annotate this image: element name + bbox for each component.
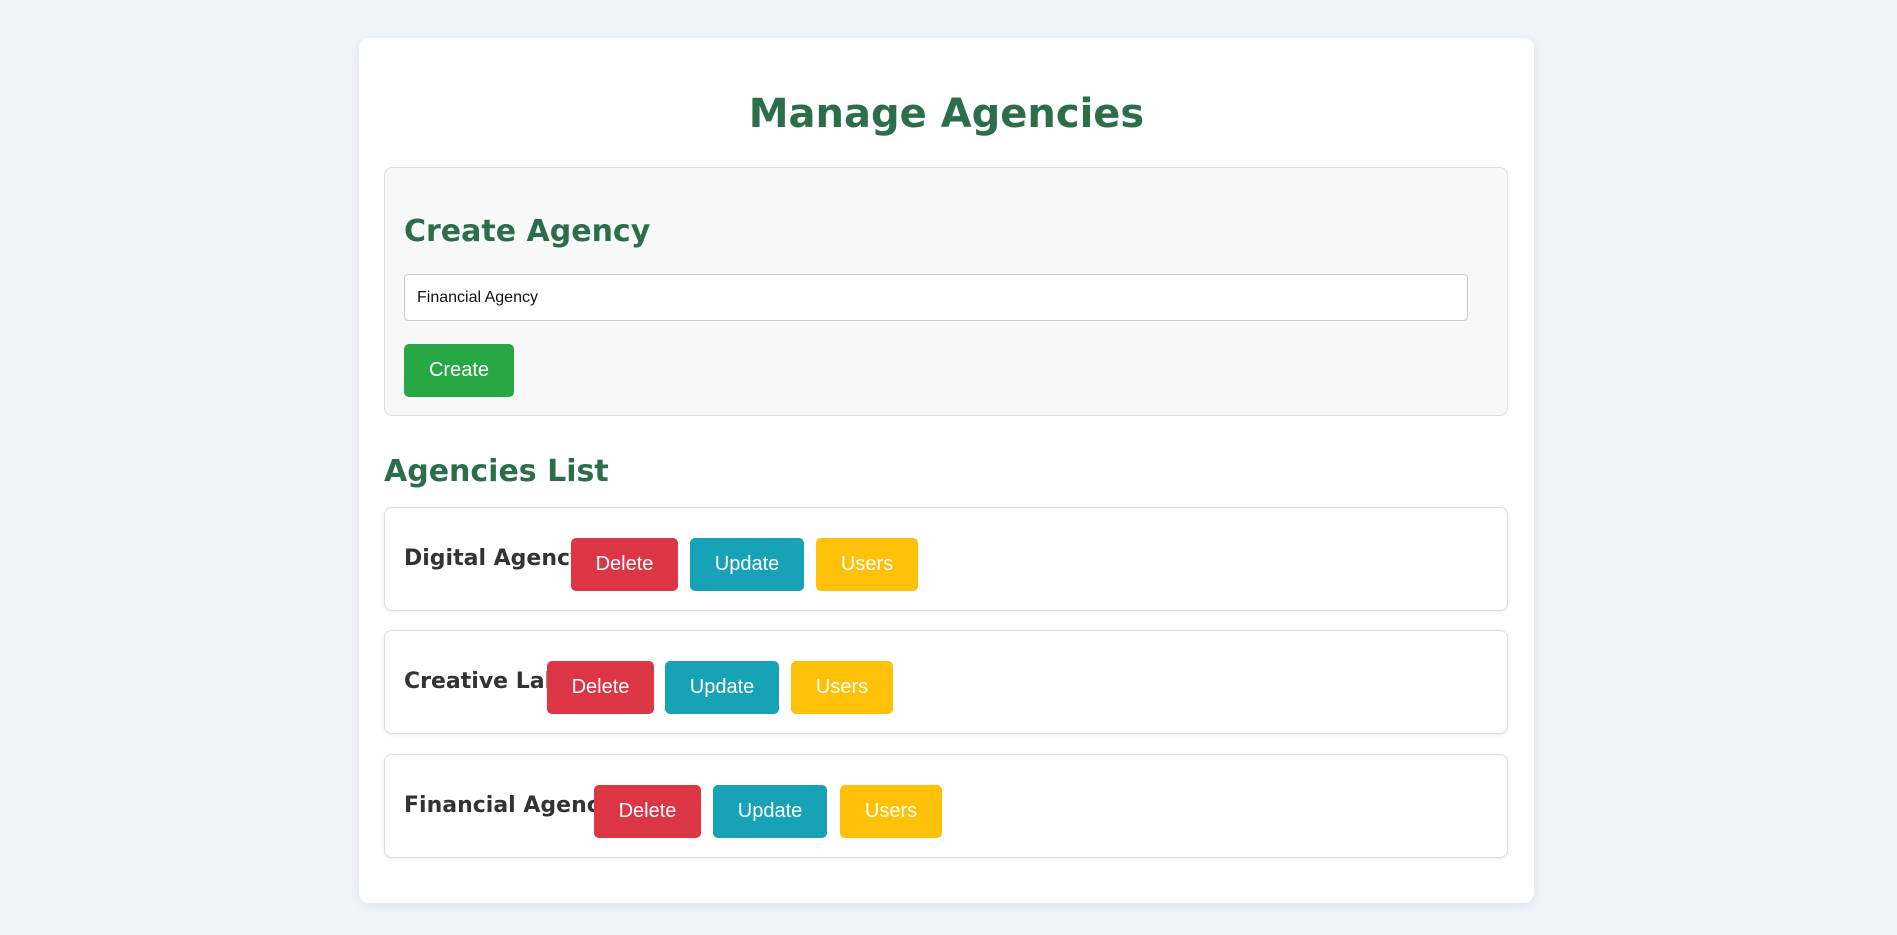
agency-item-creative-lab: Creative Lab Delete Update Users [384,630,1508,734]
page-title: Manage Agencies [748,91,1145,137]
agencies-list-heading: Agencies List [384,454,609,489]
agency-name: Financial Agency [404,793,615,818]
delete-button[interactable]: Delete [547,661,654,714]
agency-item-digital-agency: Digital Agency Delete Update Users [384,507,1508,611]
delete-button[interactable]: Delete [594,785,701,838]
manage-agencies-card: Manage Agencies Create Agency Create Age… [359,38,1534,903]
update-button[interactable]: Update [665,661,779,714]
agency-name: Digital Agency [404,546,585,571]
users-button[interactable]: Users [816,538,918,591]
delete-button[interactable]: Delete [571,538,678,591]
update-button[interactable]: Update [690,538,804,591]
create-agency-panel: Create Agency Create [384,167,1508,416]
users-button[interactable]: Users [840,785,942,838]
agency-name-input[interactable] [404,274,1468,321]
agency-item-financial-agency: Financial Agency Delete Update Users [384,754,1508,858]
create-button[interactable]: Create [404,344,514,397]
update-button[interactable]: Update [713,785,827,838]
agency-name: Creative Lab [404,669,561,694]
create-agency-heading: Create Agency [404,214,651,249]
users-button[interactable]: Users [791,661,893,714]
